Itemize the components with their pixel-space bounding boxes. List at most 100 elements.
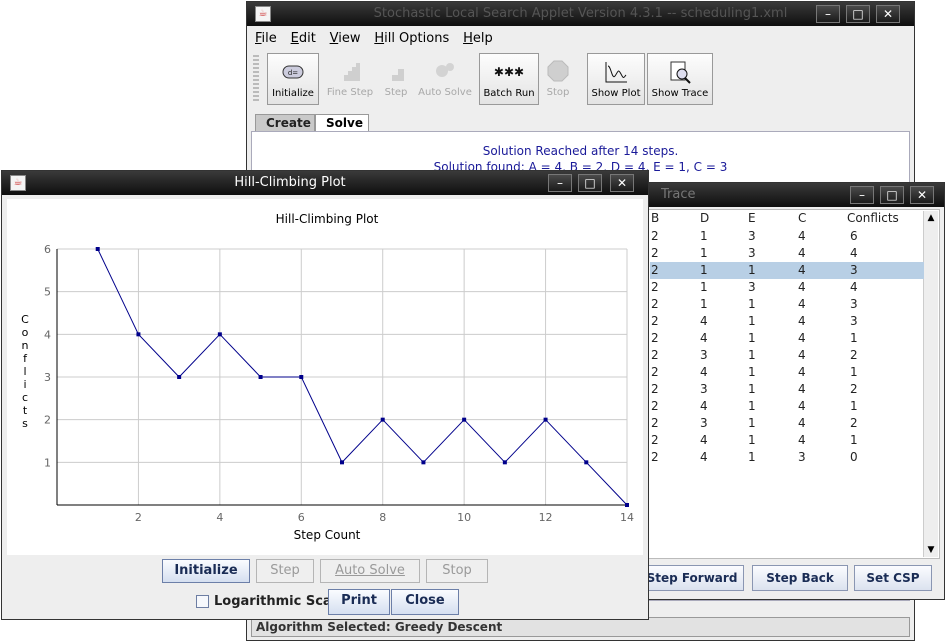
table-row[interactable]: 2 1 3 4 6 (650, 228, 924, 245)
menu-edit[interactable]: Edit (291, 31, 316, 46)
y-axis-label-char: C (21, 313, 29, 326)
show-plot-toolbar-label: Show Plot (591, 88, 641, 99)
table-cell: 4 (798, 297, 806, 311)
trace-col-header-conflicts: Conflicts (847, 211, 899, 225)
plot-canvas: 2 4 6 8 10 12 14 1 2 3 4 5 6 Hill-Climbing Plot Step… (7, 199, 643, 555)
batch-run-toolbar-button[interactable]: ✱✱✱ Batch Run (479, 53, 539, 105)
menu-file[interactable]: File (255, 31, 277, 46)
initialize-toolbar-button[interactable]: d= Initialize (267, 53, 319, 105)
plot-auto-solve-button[interactable]: Auto Solve (320, 559, 420, 583)
table-row[interactable]: 2 1 1 4 3 (650, 296, 924, 313)
plot-maximize-button[interactable]: □ (578, 174, 602, 192)
table-row[interactable]: 2 1 3 4 4 (650, 245, 924, 262)
trace-col-header-c: C (798, 211, 807, 225)
minimize-button[interactable]: – (816, 5, 840, 23)
step-toolbar-button[interactable]: Step (381, 53, 411, 105)
data-point (258, 375, 263, 379)
show-trace-toolbar-label: Show Trace (651, 88, 709, 99)
initialize-toolbar-label: Initialize (272, 88, 314, 99)
set-csp-button[interactable]: Set CSP (854, 565, 932, 591)
trace-maximize-button[interactable]: □ (880, 186, 904, 204)
table-row[interactable]: 2 4 1 3 0 (650, 449, 924, 466)
trace-minimize-button[interactable]: – (850, 186, 874, 204)
chart-grid (57, 248, 628, 505)
table-row[interactable]: 2 4 1 4 1 (650, 398, 924, 415)
y-axis-label-char: s (22, 417, 28, 430)
fine-step-toolbar-label: Fine Step (326, 87, 374, 98)
trace-scrollbar[interactable]: ▲ ▼ (923, 211, 938, 557)
plot-print-button[interactable]: Print (328, 589, 390, 615)
table-cell: 0 (850, 450, 858, 464)
menu-help[interactable]: Help (463, 31, 493, 46)
table-cell: 4 (798, 433, 806, 447)
menu-view[interactable]: View (330, 31, 361, 46)
table-row[interactable]: 2 3 1 4 2 (650, 381, 924, 398)
batch-run-toolbar-label: Batch Run (483, 88, 535, 99)
y-tick-label: 5 (44, 286, 51, 299)
table-row[interactable]: 2 3 1 4 2 (650, 347, 924, 364)
trace-col-header-d: D (700, 211, 710, 225)
table-row[interactable]: 2 4 1 4 1 (650, 432, 924, 449)
main-window-titlebar[interactable]: ☕ Stochastic Local Search Applet Version… (247, 2, 914, 26)
table-cell: 1 (748, 433, 756, 447)
initialize-icon: d= (282, 65, 304, 79)
plot-initialize-button[interactable]: Initialize (162, 559, 250, 583)
plot-stop-button[interactable]: Stop (426, 559, 488, 583)
fine-step-icon (340, 63, 360, 81)
toolbar-grip[interactable] (253, 55, 259, 103)
table-row[interactable]: 2 3 1 4 2 (650, 415, 924, 432)
table-cell: 1 (700, 297, 708, 311)
table-row[interactable]: 2 1 1 4 3 (650, 262, 924, 279)
table-row[interactable]: 2 4 1 4 3 (650, 313, 924, 330)
x-tick-label: 14 (620, 511, 634, 524)
svg-text:✱✱✱: ✱✱✱ (494, 65, 524, 79)
trace-header-row: B D E C Conflicts (650, 210, 924, 227)
plot-minimize-button[interactable]: – (548, 174, 572, 192)
scroll-up-arrow[interactable]: ▲ (924, 211, 938, 225)
table-cell: 1 (748, 382, 756, 396)
table-cell: 6 (850, 229, 858, 243)
table-cell: 3 (748, 229, 756, 243)
scroll-down-arrow[interactable]: ▼ (924, 543, 938, 557)
table-cell: 2 (651, 348, 659, 362)
x-tick-label: 6 (298, 511, 305, 524)
tab-create[interactable]: Create (255, 114, 315, 132)
plot-close-button[interactable]: ✕ (610, 174, 634, 192)
y-tick-label: 6 (44, 243, 51, 256)
fine-step-toolbar-button[interactable]: Fine Step (323, 53, 377, 105)
stop-toolbar-button[interactable]: Stop (543, 53, 573, 105)
trace-close-button[interactable]: ✕ (910, 186, 934, 204)
menu-hill-options[interactable]: Hill Options (374, 31, 449, 46)
data-point (95, 247, 100, 251)
data-point (421, 460, 426, 465)
table-cell: 1 (850, 399, 858, 413)
auto-solve-toolbar-button[interactable]: Auto Solve (415, 53, 475, 105)
table-cell: 2 (850, 382, 858, 396)
table-cell: 2 (651, 433, 659, 447)
maximize-button[interactable]: □ (846, 5, 870, 23)
table-cell: 3 (850, 263, 858, 277)
table-cell: 4 (850, 280, 858, 294)
table-row[interactable]: 2 4 1 4 1 (650, 364, 924, 381)
table-cell: 4 (798, 416, 806, 430)
table-cell: 3 (700, 382, 708, 396)
step-back-button[interactable]: Step Back (752, 565, 848, 591)
plot-window-titlebar[interactable]: ☕ Hill-Climbing Plot – □ ✕ (2, 171, 648, 195)
step-toolbar-label: Step (384, 87, 408, 98)
log-scale-checkbox[interactable] (196, 595, 209, 608)
step-forward-button[interactable]: Step Forward (640, 565, 744, 591)
plot-step-button[interactable]: Step (256, 559, 314, 583)
table-row[interactable]: 2 4 1 4 1 (650, 330, 924, 347)
close-button[interactable]: ✕ (876, 5, 900, 23)
table-cell: 1 (700, 229, 708, 243)
plot-window: ☕ Hill-Climbing Plot – □ ✕ 2 4 6 8 10 12 14 1 2 3… (1, 170, 649, 620)
table-row[interactable]: 2 1 3 4 4 (650, 279, 924, 296)
data-point (625, 503, 629, 507)
plot-close-dialog-button[interactable]: Close (391, 589, 459, 615)
table-cell: 1 (850, 365, 858, 379)
show-plot-toolbar-button[interactable]: Show Plot (587, 53, 645, 105)
show-trace-toolbar-button[interactable]: Show Trace (647, 53, 713, 105)
tab-solve[interactable]: Solve (315, 114, 369, 132)
y-axis-label-char: n (22, 339, 29, 352)
trace-col-header-e: E (748, 211, 756, 225)
